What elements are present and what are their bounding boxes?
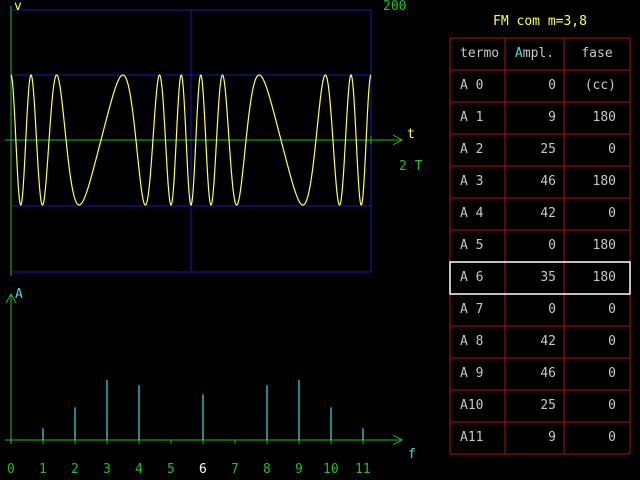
spectrum-f-label: f (408, 447, 416, 462)
harmonic-label: 3 (103, 462, 111, 477)
header-term: termo (460, 46, 500, 61)
phase-cell: 0 (608, 302, 616, 317)
phase-cell: 180 (592, 174, 616, 189)
term-cell: A 9 (460, 366, 484, 381)
table-row[interactable]: A11 9 0 (450, 422, 630, 454)
term-cell: A11 (460, 430, 484, 445)
table-row[interactable]: A 0 0 (cc) (450, 70, 630, 102)
term-cell: A 7 (460, 302, 484, 317)
term-cell: A 2 (460, 142, 484, 157)
amplitude-cell: 9 (548, 110, 556, 125)
harmonic-label: 5 (167, 462, 175, 477)
harmonic-label: 6 (199, 462, 207, 477)
harmonic-label: 1 (39, 462, 47, 477)
amplitude-cell: 46 (540, 366, 556, 381)
header-amplitude-rest: mpl. (522, 46, 555, 61)
amplitude-cell: 42 (540, 334, 556, 349)
harmonic-label: 10 (323, 462, 339, 477)
harmonic-label: 9 (295, 462, 303, 477)
table-row[interactable]: A 1 9 180 (450, 102, 630, 134)
amplitude-cell: 0 (548, 302, 556, 317)
phase-cell: 0 (608, 142, 616, 157)
table-row[interactable]: A 9 46 0 (450, 358, 630, 390)
table-title: FM com m=3,8 (493, 14, 587, 29)
harmonic-label: 8 (263, 462, 271, 477)
harmonic-label: 2 (71, 462, 79, 477)
term-cell: A 6 (460, 270, 484, 285)
scope-period-label: 2 T (399, 159, 423, 174)
phase-cell: 0 (608, 398, 616, 413)
phase-cell: 0 (608, 430, 616, 445)
table-row[interactable]: A 6 35 180 (450, 262, 630, 294)
term-cell: A 5 (460, 238, 484, 253)
phase-cell: 0 (608, 334, 616, 349)
amplitude-cell: 25 (540, 398, 556, 413)
header-phase: fase (581, 46, 613, 61)
term-cell: A 3 (460, 174, 484, 189)
term-cell: A10 (460, 398, 484, 413)
term-cell: A 0 (460, 78, 484, 93)
scope-t-label: t (407, 127, 415, 142)
table-row[interactable]: A 5 0 180 (450, 230, 630, 262)
phase-cell: (cc) (584, 78, 616, 93)
amplitude-cell: 42 (540, 206, 556, 221)
phase-cell: 180 (592, 270, 616, 285)
phase-cell: 0 (608, 206, 616, 221)
table-row[interactable]: A10 25 0 (450, 390, 630, 422)
table-row[interactable]: A 3 46 180 (450, 166, 630, 198)
amplitude-cell: 25 (540, 142, 556, 157)
phase-cell: 0 (608, 366, 616, 381)
table-row[interactable]: A 4 42 0 (450, 198, 630, 230)
scope-scale-label: 200 (383, 0, 407, 14)
amplitude-cell: 9 (548, 430, 556, 445)
table-row[interactable]: A 7 0 0 (450, 294, 630, 326)
amplitude-cell: 0 (548, 78, 556, 93)
harmonic-label: 4 (135, 462, 143, 477)
table-row[interactable]: A 2 25 0 (450, 134, 630, 166)
term-cell: A 8 (460, 334, 484, 349)
phase-cell: 180 (592, 238, 616, 253)
amplitude-cell: 0 (548, 238, 556, 253)
spectrum-y-label: A (15, 287, 23, 302)
phase-cell: 180 (592, 110, 616, 125)
table-header-row: termo Ampl. fase (450, 38, 630, 70)
harmonic-label: 0 (7, 462, 15, 477)
harmonic-label: 11 (355, 462, 371, 477)
header-amplitude: Ampl. (505, 38, 564, 70)
amplitude-cell: 35 (540, 270, 556, 285)
term-cell: A 1 (460, 110, 484, 125)
amplitude-cell: 46 (540, 174, 556, 189)
harmonic-label: 7 (231, 462, 239, 477)
scope-y-label: v (14, 0, 22, 14)
term-cell: A 4 (460, 206, 484, 221)
table-row[interactable]: A 8 42 0 (450, 326, 630, 358)
header-amplitude-initial: A (514, 46, 523, 61)
